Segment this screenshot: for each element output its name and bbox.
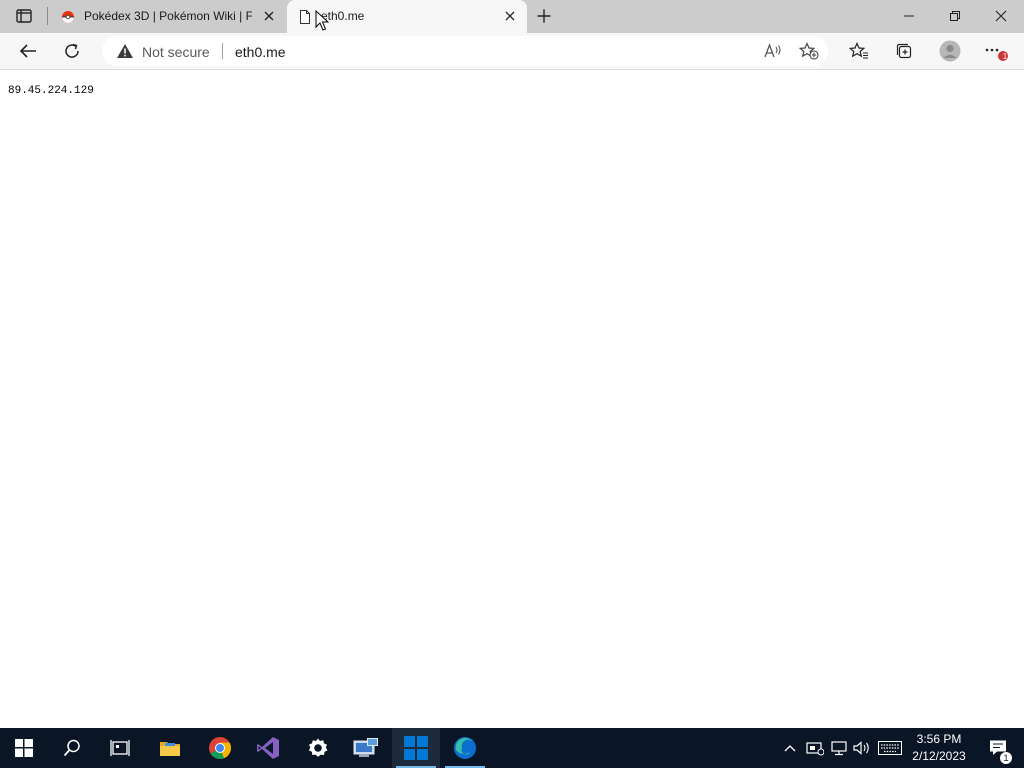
volume-button[interactable]: [851, 728, 873, 768]
favorites-icon: [849, 42, 868, 59]
close-icon: [264, 11, 274, 21]
favorites-button[interactable]: [843, 36, 875, 66]
minimize-button[interactable]: [886, 0, 932, 32]
keyboard-icon: [878, 741, 902, 755]
edge-button[interactable]: [441, 728, 489, 768]
minimize-icon: [904, 15, 914, 17]
ip-address-text: 89.45.224.129: [8, 85, 94, 97]
browser-toolbar: Not secure eth0.me 1: [0, 33, 1024, 70]
tab-title: eth0.me: [321, 9, 365, 23]
read-aloud-button[interactable]: [759, 38, 787, 64]
clock-date: 2/12/2023: [912, 749, 966, 763]
menu-badge: 1: [1002, 52, 1008, 61]
edge-icon: [454, 737, 476, 759]
back-arrow-icon: [19, 44, 36, 58]
windows-store-icon: [404, 736, 428, 760]
mouse-cursor-icon: [315, 10, 329, 31]
address-bar[interactable]: Not secure eth0.me: [102, 36, 828, 66]
network-button[interactable]: [828, 728, 850, 768]
refresh-icon: [65, 43, 79, 58]
taskbar: 3:56 PM 2/12/2023 1: [0, 728, 1024, 768]
tab-pokedex[interactable]: Pokédex 3D | Pokémon Wiki | Fandom: [50, 0, 286, 33]
volume-icon: [853, 741, 869, 755]
restore-button[interactable]: [932, 0, 978, 32]
close-icon: [505, 11, 515, 21]
tab-divider: [47, 7, 48, 25]
file-explorer-button[interactable]: [146, 728, 194, 768]
remote-desktop-button[interactable]: [342, 728, 390, 768]
collections-icon: [896, 43, 912, 59]
new-tab-button[interactable]: [532, 4, 556, 28]
chevron-up-icon: [784, 745, 796, 752]
visual-studio-button[interactable]: [244, 728, 292, 768]
restore-icon: [950, 11, 960, 21]
add-favorite-button[interactable]: [795, 38, 823, 64]
settings-menu-button[interactable]: 1: [980, 36, 1012, 66]
settings-icon: [308, 738, 328, 757]
tray-app-button[interactable]: [804, 728, 826, 768]
page-content: 89.45.224.129: [0, 71, 1024, 728]
start-button[interactable]: [0, 728, 48, 768]
tab-close-button[interactable]: [501, 7, 519, 25]
tab-title: Pokédex 3D | Pokémon Wiki | Fandom: [84, 9, 252, 23]
close-icon: [995, 10, 1007, 22]
network-icon: [831, 741, 847, 756]
star-add-icon: [799, 42, 819, 60]
avatar-icon: [939, 40, 961, 62]
chrome-button[interactable]: [196, 728, 244, 768]
address-separator: [222, 43, 223, 59]
notification-count-badge: 1: [1000, 752, 1012, 764]
search-button[interactable]: [48, 728, 96, 768]
clock-time: 3:56 PM: [916, 732, 962, 746]
settings-button[interactable]: [294, 728, 342, 768]
refresh-button[interactable]: [56, 36, 88, 66]
tab-actions-icon: [16, 9, 32, 23]
search-icon: [63, 739, 80, 757]
security-label[interactable]: Not secure: [142, 44, 210, 60]
remote-desktop-icon: [353, 738, 378, 757]
show-hidden-icons-button[interactable]: [780, 728, 800, 768]
windows-store-button[interactable]: [392, 728, 440, 768]
touch-keyboard-button[interactable]: [876, 728, 904, 768]
page-icon: [300, 10, 310, 24]
url-text[interactable]: eth0.me: [235, 44, 286, 60]
tab-bar: Pokédex 3D | Pokémon Wiki | Fandom eth0.…: [0, 0, 1024, 33]
close-window-button[interactable]: [978, 0, 1024, 32]
action-center-button[interactable]: 1: [978, 728, 1018, 768]
read-aloud-icon: [764, 43, 781, 58]
pokeball-icon: [62, 11, 74, 23]
tray-device-icon: [806, 742, 824, 756]
tab-close-button[interactable]: [260, 7, 278, 25]
task-view-button[interactable]: [96, 728, 144, 768]
tab-actions-button[interactable]: [8, 4, 40, 28]
system-clock[interactable]: 3:56 PM 2/12/2023: [905, 731, 973, 765]
chrome-icon: [209, 737, 231, 759]
task-view-icon: [110, 740, 130, 756]
profile-button[interactable]: [934, 36, 966, 66]
file-explorer-icon: [160, 742, 180, 756]
plus-icon: [537, 9, 551, 23]
warning-icon[interactable]: [116, 43, 134, 59]
collections-button[interactable]: [888, 36, 920, 66]
start-icon: [15, 739, 33, 757]
back-button[interactable]: [12, 36, 44, 66]
visual-studio-icon: [257, 737, 279, 759]
